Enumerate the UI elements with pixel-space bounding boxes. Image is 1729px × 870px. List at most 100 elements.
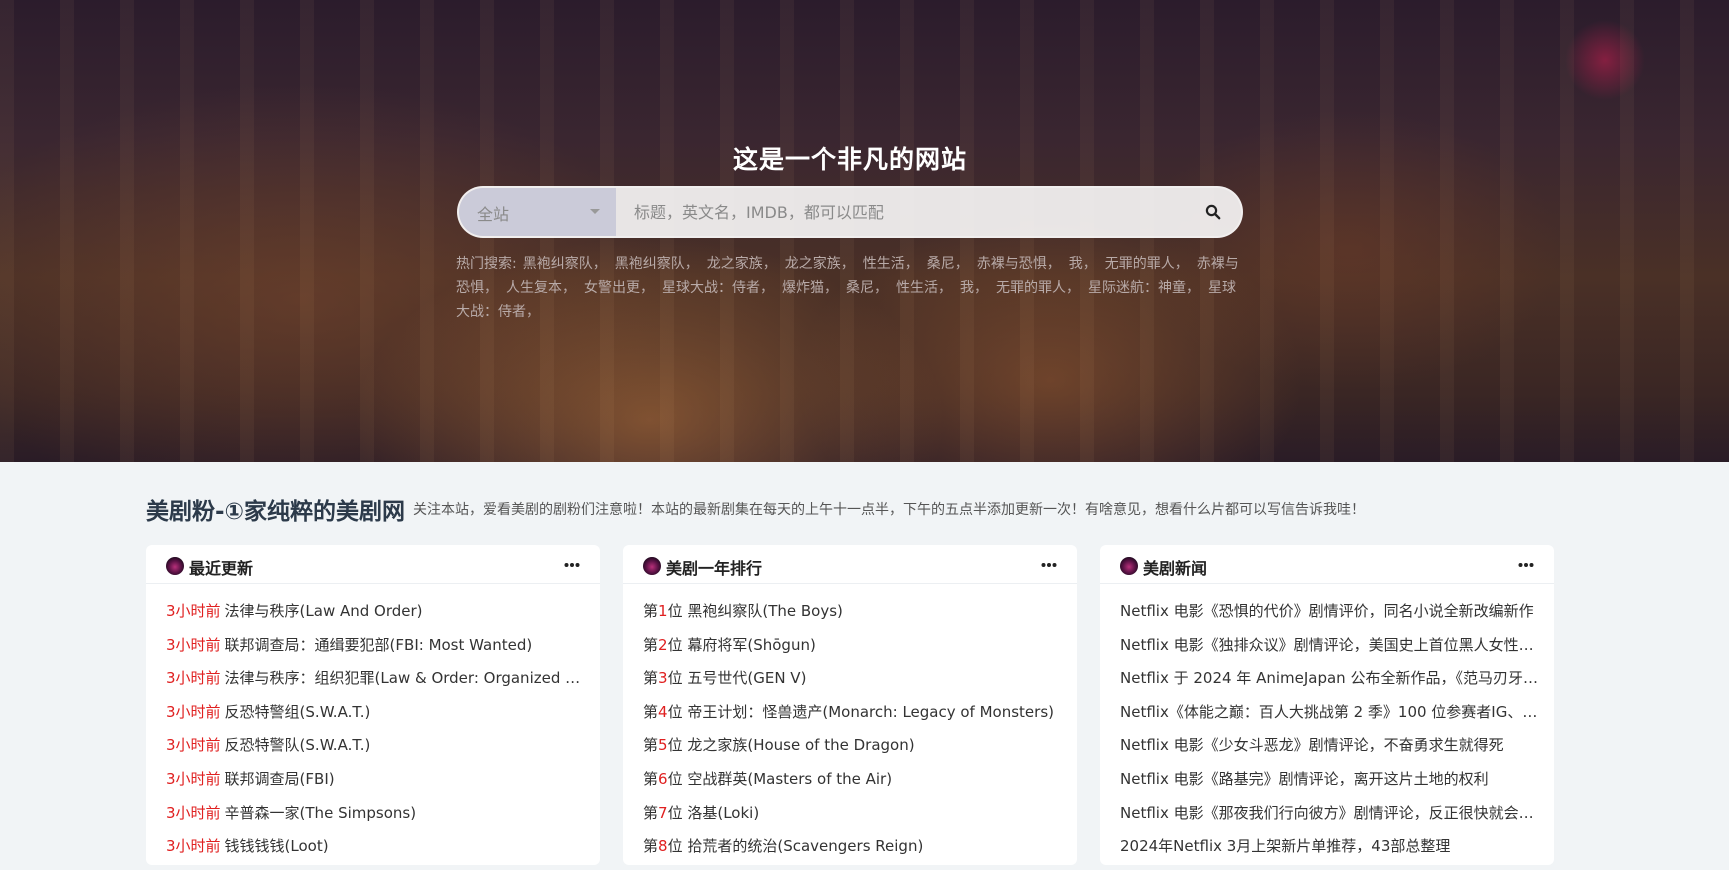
list-item[interactable]: 第6位 空战群英(Masters of the Air) <box>643 769 1063 803</box>
hero-banner: 这是一个非凡的网站 全站 热门搜索: 黑袍纠察队， 黑袍纠察队， 龙之家族， 龙之家族，… <box>0 0 1729 462</box>
hot-search-item[interactable]: 赤裸与恐惧， <box>977 256 1061 272</box>
search-scope-select[interactable]: 全站 <box>459 188 616 236</box>
rank-number: 2 <box>658 635 668 654</box>
search-input[interactable] <box>634 188 1194 236</box>
update-time: 3小时前 <box>166 702 221 721</box>
list-item[interactable]: 第5位 龙之家族(House of the Dragon) <box>643 735 1063 769</box>
news-item[interactable]: Netflix 电影《恐惧的代价》剧情评价，同名小说全新改编新作 <box>1120 601 1540 635</box>
rank-prefix: 第 <box>643 837 659 856</box>
hot-search-item[interactable]: 星球大战：侍者， <box>662 280 774 296</box>
card-title: 美剧新闻 <box>1143 559 1208 578</box>
list-item[interactable]: 3小时前 联邦调查局：通缉要犯部(FBI: Most Wanted) <box>166 635 586 669</box>
search-button[interactable] <box>1199 198 1227 226</box>
list-item[interactable]: 3小时前 法律与秩序(Law And Order) <box>166 601 586 635</box>
more-icon[interactable] <box>1041 562 1057 568</box>
news-item[interactable]: Netflix 电影《路基完》剧情评论，离开这片土地的权利 <box>1120 769 1540 803</box>
show-title: 法律与秩序：组织犯罪(Law & Order: Organized Crime) <box>224 669 586 688</box>
list-item[interactable]: 3小时前 反恐特警队(S.W.A.T.) <box>166 735 586 769</box>
list-item[interactable]: 3小时前 钱钱钱钱(Loot) <box>166 836 586 870</box>
news-item[interactable]: Netflix 电影《那夜我们行向彼方》剧情评论，反正很快就会忘记 <box>1120 803 1540 837</box>
hot-searches-label: 热门搜索: <box>456 256 517 272</box>
recent-updates-list: 3小时前 法律与秩序(Law And Order) 3小时前 联邦调查局：通缉要犯部… <box>166 601 586 870</box>
list-item[interactable]: 第3位 五号世代(GEN V) <box>643 668 1063 702</box>
caret-down-icon <box>590 209 600 214</box>
rank-number: 4 <box>658 702 668 721</box>
hot-search-item[interactable]: 性生活， <box>863 256 919 272</box>
search-box: 全站 <box>457 186 1243 238</box>
rank-prefix: 第 <box>643 602 659 620</box>
rank-suffix: 位 <box>667 769 683 788</box>
card-header: 美剧新闻 <box>1100 545 1554 584</box>
list-item[interactable]: 3小时前 法律与秩序：组织犯罪(Law & Order: Organized Cr… <box>166 668 586 702</box>
update-time: 3小时前 <box>166 635 221 654</box>
hot-search-item[interactable]: 星际迷航：神童， <box>1088 280 1200 296</box>
rank-label: 第4位 <box>643 703 683 721</box>
update-time: 3小时前 <box>166 803 221 822</box>
list-item[interactable]: 第8位 拾荒者的统治(Scavengers Reign) <box>643 836 1063 870</box>
hot-search-item[interactable]: 龙之家族， <box>785 256 855 272</box>
hot-search-item[interactable]: 人生复本， <box>506 280 576 296</box>
hot-search-item[interactable]: 性生活， <box>896 280 952 296</box>
hot-search-item[interactable]: 黑袍纠察队， <box>523 256 607 272</box>
yearly-ranking-card: 美剧一年排行 第1位 黑袍纠察队(The Boys) 第2位 幕府将军(Shōg… <box>623 545 1077 865</box>
update-time: 3小时前 <box>166 669 221 688</box>
hot-search-item[interactable]: 龙之家族， <box>707 256 777 272</box>
news-item[interactable]: Netflix 电影《少女斗恶龙》剧情评论，不奋勇求生就得死 <box>1120 735 1540 769</box>
hot-search-item[interactable]: 我， <box>960 280 988 296</box>
rank-label: 第1位 <box>643 602 683 620</box>
rank-prefix: 第 <box>643 803 659 822</box>
show-title: 联邦调查局：通缉要犯部(FBI: Most Wanted) <box>224 635 533 654</box>
list-item[interactable]: 第1位 黑袍纠察队(The Boys) <box>643 601 1063 635</box>
list-item[interactable]: 第4位 帝王计划：怪兽遗产(Monarch: Legacy of Monster… <box>643 702 1063 736</box>
show-title: 帝王计划：怪兽遗产(Monarch: Legacy of Monsters) <box>687 702 1054 721</box>
ranking-list: 第1位 黑袍纠察队(The Boys) 第2位 幕府将军(Shōgun) 第3位… <box>643 601 1063 870</box>
rank-prefix: 第 <box>643 635 659 654</box>
list-item[interactable]: 第7位 洛基(Loki) <box>643 803 1063 837</box>
hot-search-item[interactable]: 女警出更， <box>584 280 654 296</box>
more-icon[interactable] <box>1518 562 1534 568</box>
hot-search-item[interactable]: 爆炸猫， <box>782 280 838 296</box>
rank-label: 第6位 <box>643 770 683 788</box>
news-item[interactable]: Netflix《体能之巅：百人大挑战第 2 季》100 位参赛者IG、背景资料 <box>1120 702 1540 736</box>
hot-search-item[interactable]: 桑尼， <box>927 256 969 272</box>
search-scope-label: 全站 <box>477 205 510 224</box>
rank-label: 第5位 <box>643 736 683 754</box>
rank-prefix: 第 <box>643 669 659 688</box>
hot-search-item[interactable]: 黑袍纠察队， <box>615 256 699 272</box>
rank-label: 第8位 <box>643 837 683 855</box>
more-icon[interactable] <box>564 562 580 568</box>
hot-searches: 热门搜索: 黑袍纠察队， 黑袍纠察队， 龙之家族， 龙之家族， 性生活， 桑尼， 赤裸与恐惧，… <box>456 252 1246 324</box>
news-item[interactable]: 2024年Netflix 3月上架新片单推荐，43部总整理 <box>1120 836 1540 870</box>
show-title: 拾荒者的统治(Scavengers Reign) <box>687 837 924 856</box>
rank-suffix: 位 <box>667 837 683 856</box>
list-item[interactable]: 第2位 幕府将军(Shōgun) <box>643 635 1063 669</box>
list-item[interactable]: 3小时前 辛普森一家(The Simpsons) <box>166 803 586 837</box>
site-logo-icon <box>1120 557 1138 575</box>
hot-search-item[interactable]: 无罪的罪人， <box>1105 256 1189 272</box>
show-title: 钱钱钱钱(Loot) <box>224 837 329 856</box>
rank-prefix: 第 <box>643 736 659 755</box>
recent-updates-card: 最近更新 3小时前 法律与秩序(Law And Order) 3小时前 联邦调查局：… <box>146 545 600 865</box>
list-item[interactable]: 3小时前 联邦调查局(FBI) <box>166 769 586 803</box>
list-item[interactable]: 3小时前 反恐特警组(S.W.A.T.) <box>166 702 586 736</box>
update-time: 3小时前 <box>166 769 221 788</box>
show-title: 辛普森一家(The Simpsons) <box>224 803 417 822</box>
show-title: 法律与秩序(Law And Order) <box>224 602 423 620</box>
rank-number: 8 <box>658 837 668 856</box>
rank-number: 5 <box>658 736 668 755</box>
rank-number: 1 <box>658 602 668 620</box>
hot-search-item[interactable]: 桑尼， <box>846 280 888 296</box>
rank-suffix: 位 <box>667 602 683 620</box>
card-header: 美剧一年排行 <box>623 545 1077 584</box>
show-title: 反恐特警队(S.W.A.T.) <box>224 736 371 755</box>
site-notice: 关注本站，爱看美剧的剧粉们注意啦！本站的最新剧集在每天的上午十一点半，下午的五点… <box>413 502 1366 518</box>
show-title: 联邦调查局(FBI) <box>224 769 335 788</box>
news-item[interactable]: Netflix 于 2024 年 AnimeJapan 公布全新作品，《范马刃牙… <box>1120 668 1540 702</box>
hot-search-item[interactable]: 我， <box>1069 256 1097 272</box>
card-title: 美剧一年排行 <box>666 559 763 578</box>
hot-search-item[interactable]: 无罪的罪人， <box>996 280 1080 296</box>
rank-prefix: 第 <box>643 769 659 788</box>
card-header: 最近更新 <box>146 545 600 584</box>
news-item[interactable]: Netflix 电影《独排众议》剧情评论，美国史上首位黑人女性总统候选人 <box>1120 635 1540 669</box>
rank-number: 3 <box>658 669 668 688</box>
